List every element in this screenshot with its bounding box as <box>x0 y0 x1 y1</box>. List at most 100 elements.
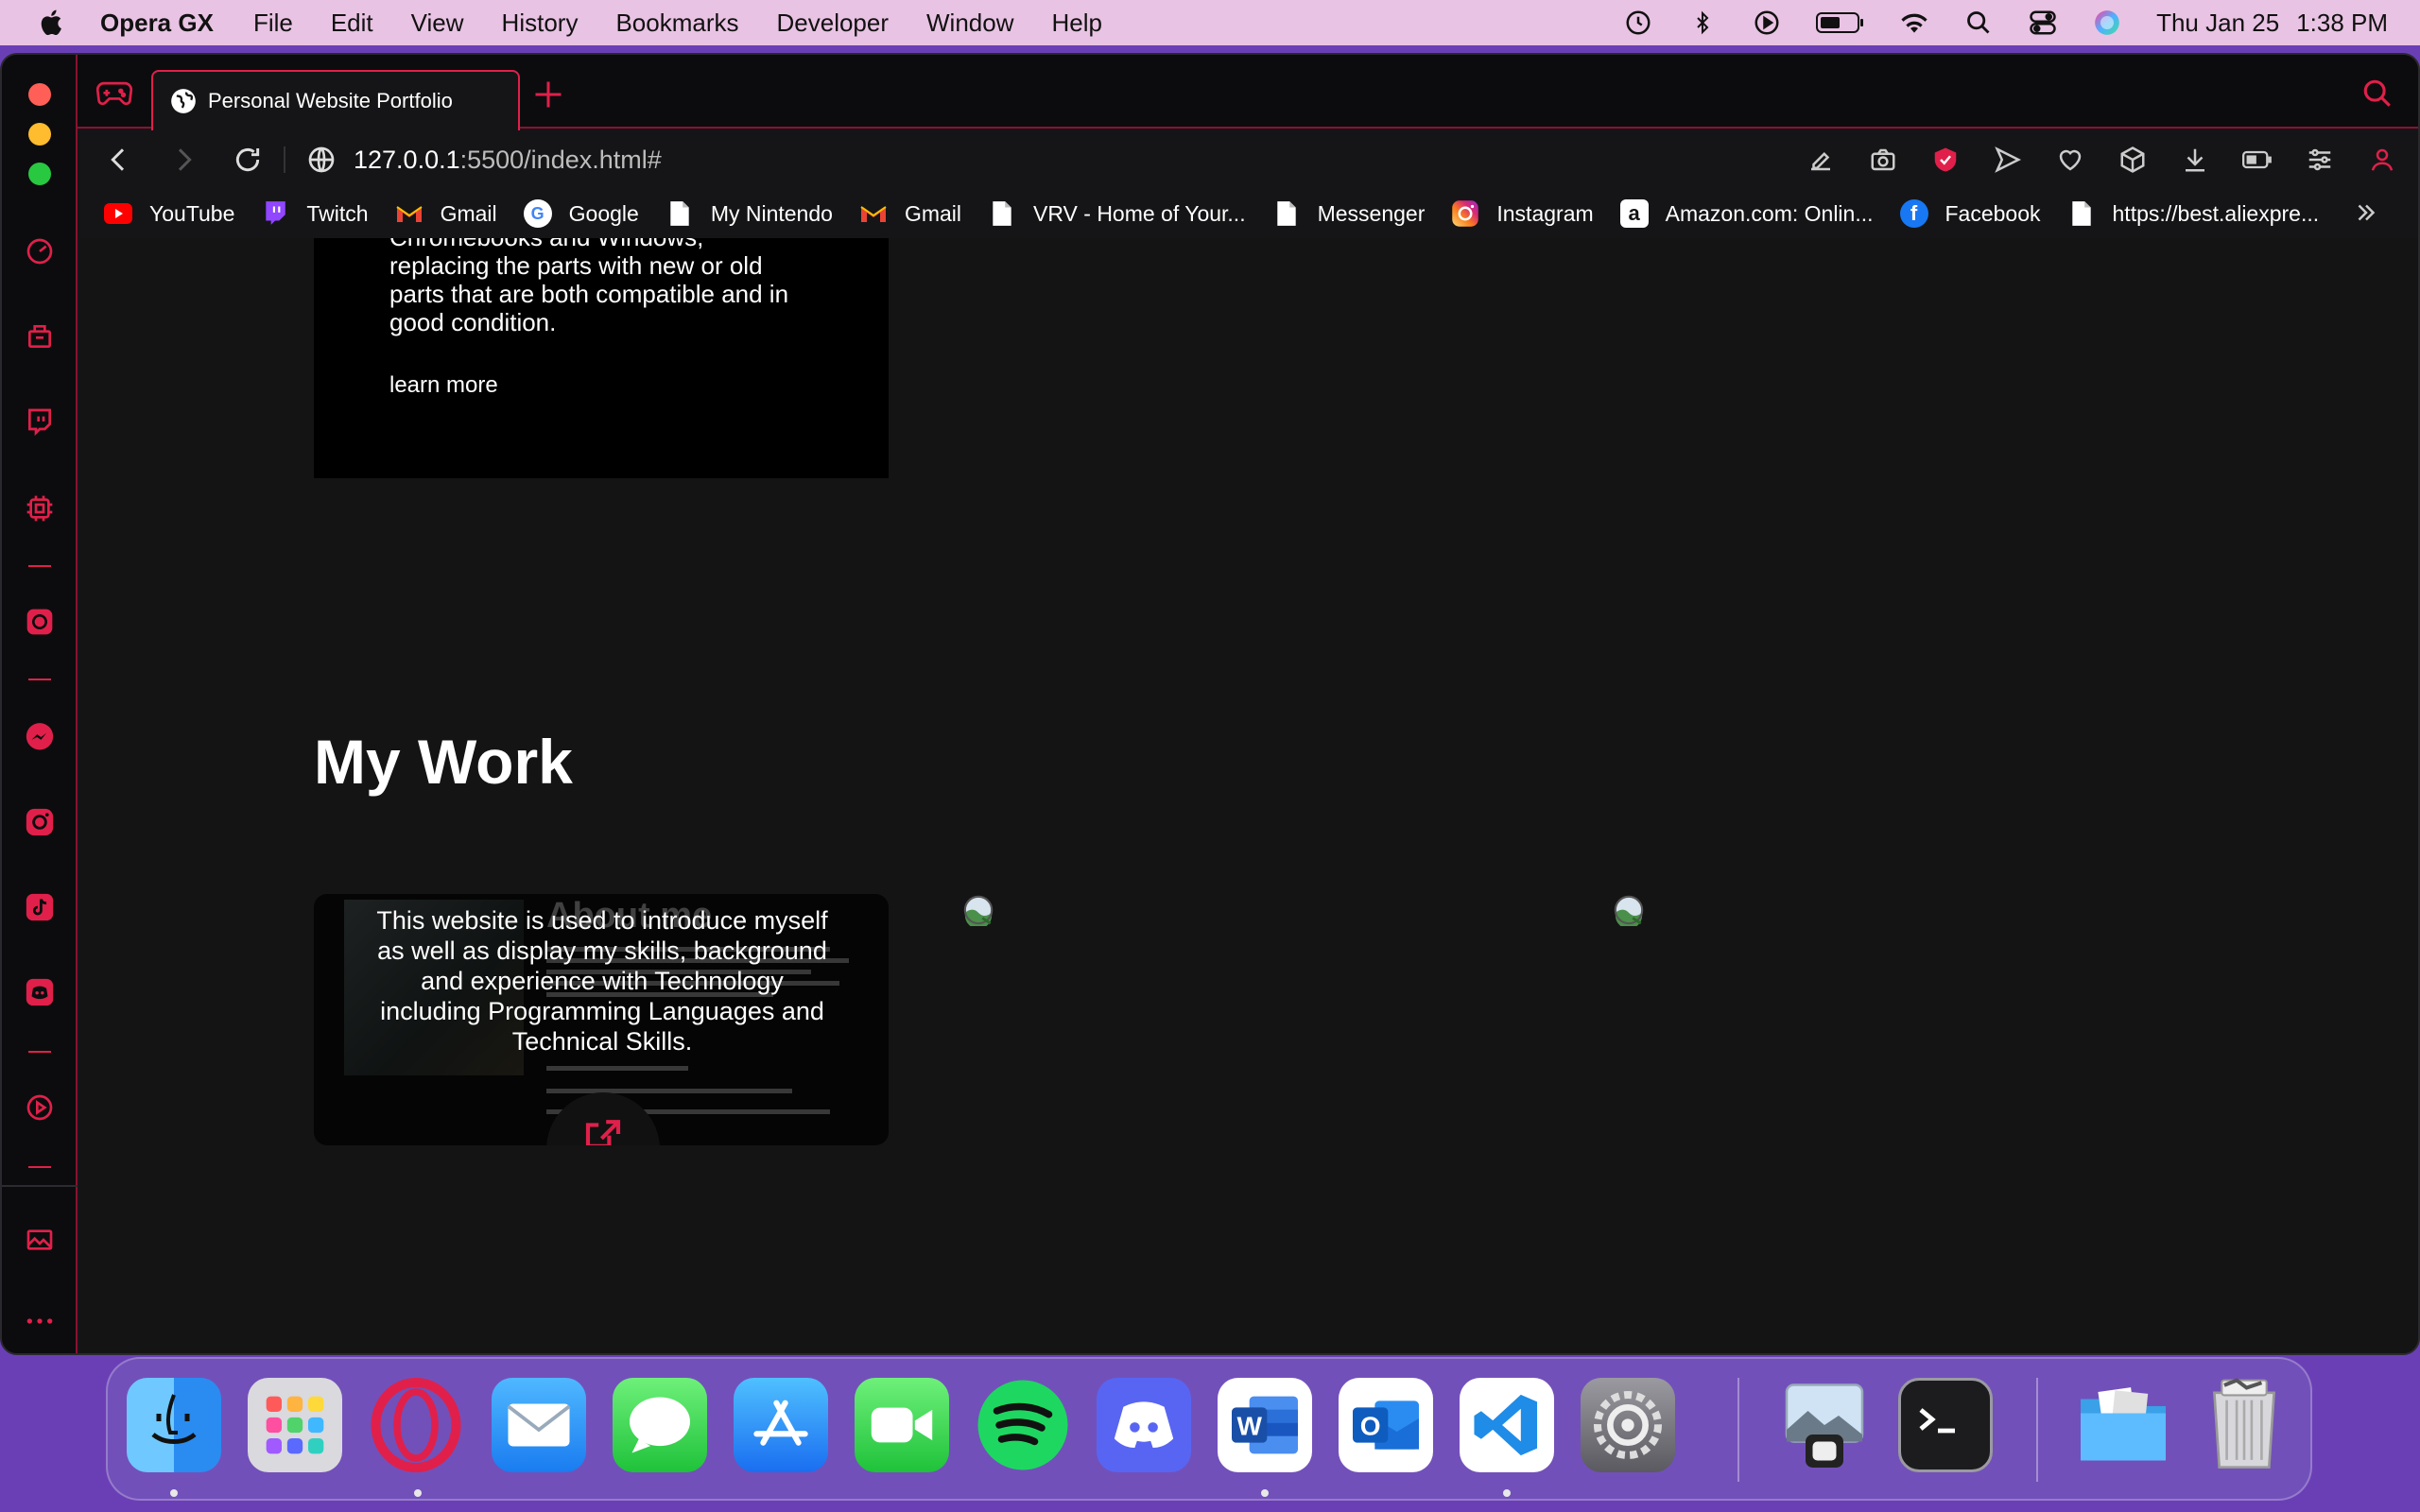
bookmark-vrv[interactable]: VRV - Home of Your... <box>988 199 1246 228</box>
svg-text:O: O <box>1360 1412 1381 1441</box>
gamepad-icon[interactable] <box>96 79 132 108</box>
menu-app-name[interactable]: Opera GX <box>100 9 214 38</box>
bookmark-label: Facebook <box>1945 200 2041 226</box>
heart-bookmark-icon[interactable] <box>2055 145 2085 175</box>
siri-icon[interactable] <box>2092 8 2122 38</box>
adblocker-shield-icon[interactable] <box>1930 145 1961 175</box>
menu-window[interactable]: Window <box>926 9 1013 38</box>
forward-arrow-icon[interactable] <box>168 145 199 175</box>
dock-launchpad[interactable] <box>248 1378 342 1472</box>
trash-can-icon <box>2213 1378 2275 1469</box>
menu-history[interactable]: History <box>502 9 579 38</box>
tab-personal-website-portfolio[interactable]: Personal Website Portfolio <box>151 70 520 130</box>
bookmark-label: Messenger <box>1317 200 1426 226</box>
menu-bookmarks[interactable]: Bookmarks <box>615 9 738 38</box>
menubar-clock[interactable]: Thu Jan 25 1:38 PM <box>2156 9 2388 38</box>
back-arrow-icon[interactable] <box>104 145 134 175</box>
instagram-sidebar-icon[interactable] <box>21 803 59 841</box>
battery-icon[interactable] <box>1816 8 1865 38</box>
dock-facetime[interactable] <box>855 1378 949 1472</box>
dock-spotify[interactable] <box>976 1378 1070 1472</box>
dock-app-store[interactable] <box>734 1378 828 1472</box>
dock-terminal[interactable] <box>1898 1378 1993 1472</box>
close-window-button[interactable] <box>28 83 51 106</box>
menu-help[interactable]: Help <box>1052 9 1102 38</box>
new-tab-plus-icon[interactable] <box>531 77 565 112</box>
menubar-date: Thu Jan 25 <box>2156 8 2280 37</box>
work-card-description: This website is used to introduce myself… <box>376 906 828 1056</box>
time-machine-icon[interactable] <box>1623 8 1653 38</box>
bookmark-gmail-2[interactable]: Gmail <box>859 199 961 228</box>
music-player-icon[interactable] <box>21 1089 59 1126</box>
bookmark-youtube[interactable]: YouTube <box>104 199 234 228</box>
more-options-icon[interactable] <box>21 1302 59 1340</box>
bookmark-messenger[interactable]: Messenger <box>1272 199 1426 228</box>
messenger-sidebar-icon[interactable] <box>21 718 59 756</box>
dock-visual-studio-code[interactable] <box>1460 1378 1554 1472</box>
tab-search-icon[interactable] <box>2361 77 2394 110</box>
settings-gear-icon <box>1594 1391 1662 1459</box>
downloads-icon[interactable] <box>2180 145 2210 175</box>
dock-separator <box>1737 1378 1739 1482</box>
menu-edit[interactable]: Edit <box>331 9 373 38</box>
site-info-globe-icon[interactable] <box>306 145 337 175</box>
tiktok-sidebar-icon[interactable] <box>21 888 59 926</box>
dock-system-settings[interactable] <box>1581 1378 1675 1472</box>
extensions-cube-icon[interactable] <box>2118 145 2148 175</box>
dock-trash[interactable] <box>2197 1378 2291 1472</box>
dock-messages[interactable] <box>613 1378 707 1472</box>
bookmark-gmail[interactable]: Gmail <box>395 199 497 228</box>
bluetooth-icon[interactable] <box>1687 8 1718 38</box>
dock-discord[interactable] <box>1097 1378 1191 1472</box>
control-center-icon[interactable] <box>2028 8 2058 38</box>
send-flow-icon[interactable] <box>1993 145 2023 175</box>
battery-saver-icon[interactable] <box>2242 145 2273 175</box>
speed-dial-icon[interactable] <box>21 232 59 270</box>
dock-preview[interactable] <box>1777 1378 1872 1472</box>
url-field[interactable]: 127.0.0.1:5500/index.html# <box>354 146 662 175</box>
learn-more-link[interactable]: learn more <box>389 372 498 399</box>
profile-icon[interactable] <box>2367 145 2397 175</box>
menu-view[interactable]: View <box>411 9 464 38</box>
terminal-prompt-icon <box>1919 1408 1955 1434</box>
apple-icon[interactable] <box>36 7 68 39</box>
spotlight-search-icon[interactable] <box>1963 8 1994 38</box>
bookmark-amazon[interactable]: a Amazon.com: Onlin... <box>1619 199 1874 228</box>
snapshot-camera-icon[interactable] <box>1868 145 1898 175</box>
bookmark-my-nintendo[interactable]: My Nintendo <box>666 199 833 228</box>
dock-microsoft-outlook[interactable]: O <box>1339 1378 1433 1472</box>
bookmark-aliexpress[interactable]: https://best.aliexpre... <box>2067 199 2319 228</box>
twitch-sidebar-icon[interactable] <box>21 403 59 440</box>
menubar-time: 1:38 PM <box>2296 8 2388 37</box>
minimize-window-button[interactable] <box>28 123 51 146</box>
bookmark-instagram[interactable]: Instagram <box>1451 199 1594 228</box>
macos-dock: W O <box>106 1357 2312 1501</box>
wallpaper-icon[interactable] <box>21 1221 59 1259</box>
dock-opera-gx[interactable] <box>369 1378 463 1472</box>
gx-cleaner-icon[interactable] <box>21 318 59 355</box>
easy-setup-icon[interactable] <box>1806 145 1836 175</box>
wifi-icon[interactable] <box>1899 8 1929 38</box>
zoom-window-button[interactable] <box>28 163 51 185</box>
dock-downloads-folder[interactable] <box>2076 1378 2170 1472</box>
facebook-icon: f <box>1899 199 1928 228</box>
more-bookmarks-chevron-icon[interactable] <box>2352 198 2380 227</box>
dock-finder[interactable] <box>127 1378 221 1472</box>
chatgpt-icon[interactable] <box>21 603 59 641</box>
reload-icon[interactable] <box>233 145 263 175</box>
menu-developer[interactable]: Developer <box>777 9 890 38</box>
bookmark-google[interactable]: G Google <box>523 199 639 228</box>
play-icon[interactable] <box>1752 8 1782 38</box>
bookmark-twitch[interactable]: Twitch <box>261 199 369 228</box>
tab-strip: Personal Website Portfolio <box>78 55 2418 130</box>
dock-microsoft-word[interactable]: W <box>1218 1378 1312 1472</box>
gmail-icon <box>859 199 888 228</box>
bookmark-facebook[interactable]: f Facebook <box>1899 199 2041 228</box>
easy-setup-sliders-icon[interactable] <box>2305 145 2335 175</box>
bookmark-label: My Nintendo <box>710 200 833 226</box>
gx-control-icon[interactable] <box>21 490 59 527</box>
menu-file[interactable]: File <box>253 9 293 38</box>
dock-mail[interactable] <box>492 1378 586 1472</box>
discord-sidebar-icon[interactable] <box>21 973 59 1011</box>
work-card-portfolio[interactable]: About me This website is used to introdu… <box>314 894 889 1145</box>
